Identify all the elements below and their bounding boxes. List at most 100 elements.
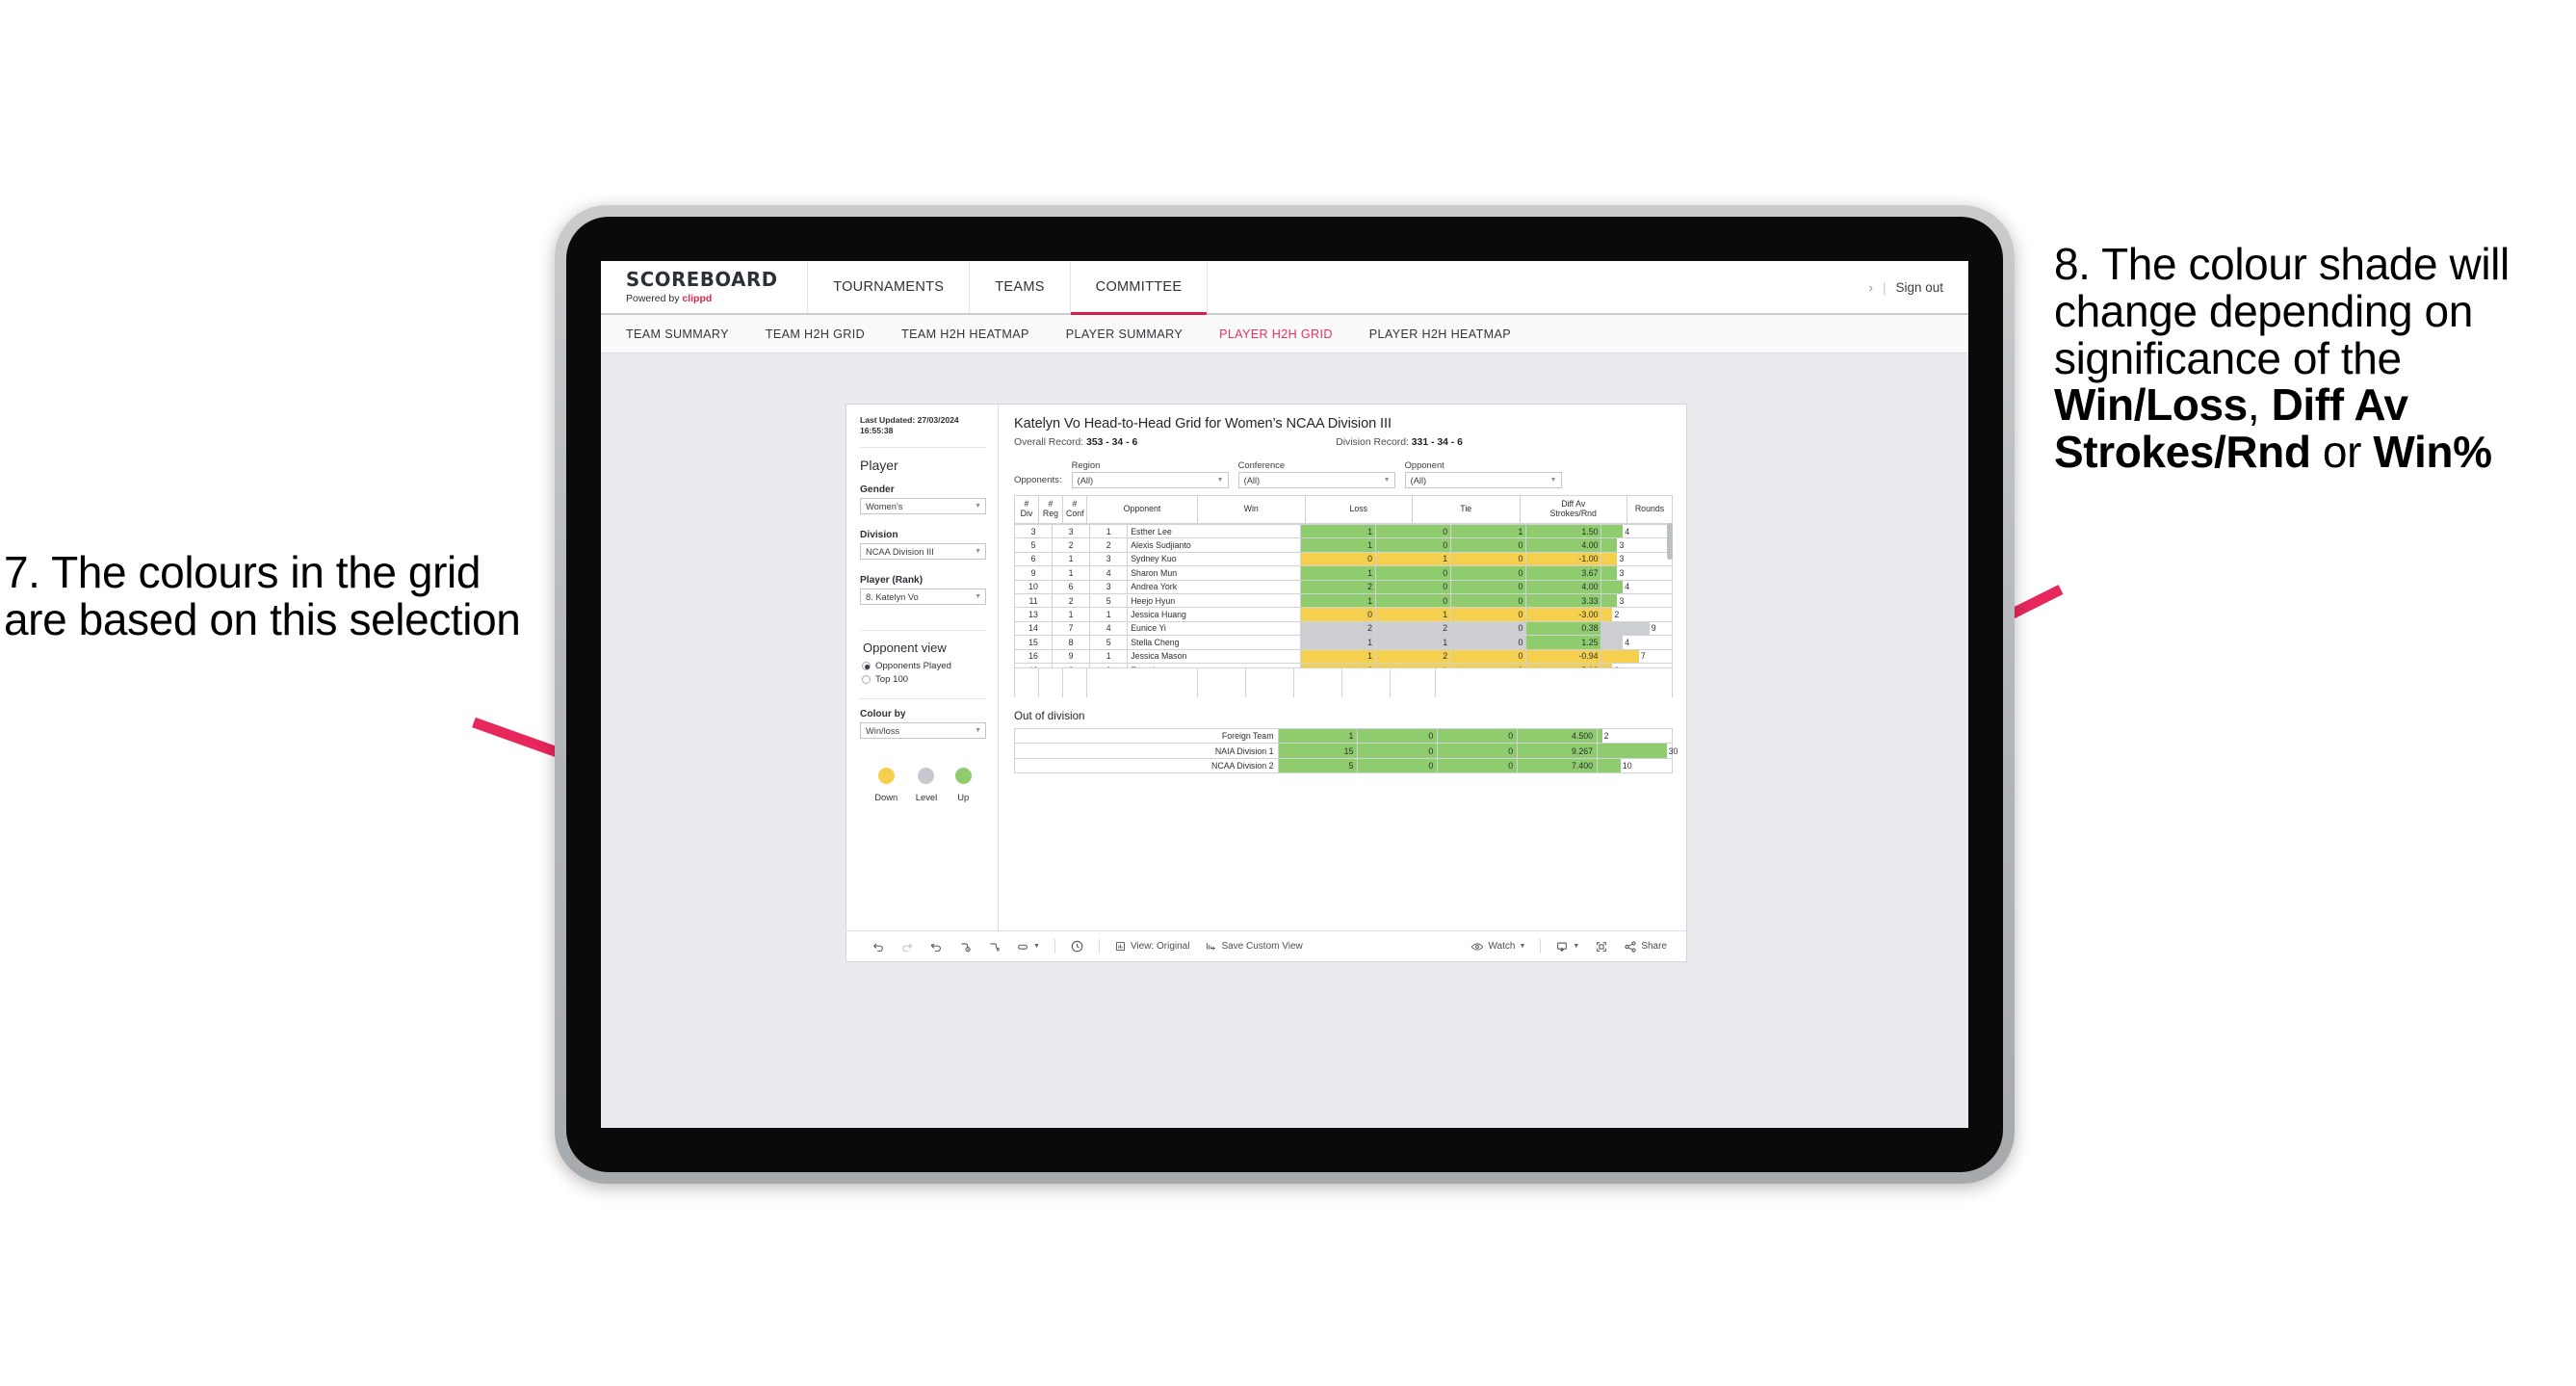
table-row[interactable]: 10 6 3 Andrea York 2 0 0 4.00 4 <box>1014 579 1673 594</box>
gender-select[interactable]: Women’s ▼ <box>860 498 986 515</box>
view-original-button[interactable]: View: Original <box>1106 940 1198 953</box>
nav-item-tournaments[interactable]: TOURNAMENTS <box>808 261 971 313</box>
table-row[interactable]: NCAA Division 2 5 0 0 7.400 10 <box>1014 757 1673 774</box>
table-row[interactable]: 9 1 4 Sharon Mun 1 0 0 3.67 3 <box>1014 565 1673 581</box>
revert-icon <box>930 942 941 952</box>
colour-by-filter: Colour by Win/loss ▼ <box>860 709 986 740</box>
colour-by-select[interactable]: Win/loss ▼ <box>860 722 986 740</box>
opponent-value: (All) <box>1410 475 1427 485</box>
cell-win: 1 <box>1277 727 1359 745</box>
clock-icon <box>1071 940 1083 953</box>
cell-diff-av-strokes: 4.00 <box>1525 579 1602 594</box>
subnav-item-player-summary[interactable]: PLAYER SUMMARY <box>1066 327 1208 341</box>
cell-loss: 2 <box>1375 620 1452 637</box>
cell-win: 0 <box>1299 551 1377 567</box>
download-button[interactable]: ▼ <box>1548 940 1587 954</box>
legend-item-up: Up <box>954 768 972 803</box>
divider <box>860 447 986 449</box>
out-of-division-table: Foreign Team 1 0 0 4.500 2 NAIA Division 1 15 0 0… <box>1014 727 1678 774</box>
sign-out-link[interactable]: Sign out <box>1895 280 1943 295</box>
table-row[interactable]: NAIA Division 1 15 0 0 9.267 30 <box>1014 743 1678 759</box>
brand-logo[interactable]: SCOREBOARD Powered by clippd <box>601 261 809 313</box>
cell-opponent: Heejo Hyun <box>1127 592 1301 609</box>
cell-reg: 6 <box>1052 579 1091 594</box>
pause-icon <box>990 942 1000 951</box>
subnav-item-team-h2h-heatmap[interactable]: TEAM H2H HEATMAP <box>901 327 1054 341</box>
cell-tie: 0 <box>1450 579 1527 594</box>
table-row[interactable]: 13 1 1 Jessica Huang 0 1 0 -3.00 2 <box>1014 607 1673 622</box>
zoom-dropdown-button[interactable]: ▼ <box>1008 940 1048 954</box>
cell-win: 1 <box>1299 635 1377 650</box>
table-row[interactable]: 6 1 3 Sydney Kuo 0 1 0 -1.00 3 <box>1014 551 1673 567</box>
chevron-right-icon[interactable]: › <box>1869 280 1873 295</box>
nav-item-committee[interactable]: COMMITTEE <box>1070 261 1209 315</box>
cell-reg: 3 <box>1052 524 1091 539</box>
cell-loss: 0 <box>1375 537 1452 553</box>
table-row[interactable]: 16 9 1 Jessica Mason 1 2 0 -0.94 7 <box>1014 648 1673 664</box>
share-button[interactable]: Share <box>1616 940 1675 954</box>
grid-header: # Div # Reg # Conf Opponent Win Loss Tie Di… <box>1014 495 1673 524</box>
save-custom-view-button[interactable]: Save Custom View <box>1197 940 1310 953</box>
cell-tie: 0 <box>1450 648 1527 664</box>
opponent-label: Opponent <box>1404 459 1444 470</box>
subnav-item-player-h2h-grid[interactable]: PLAYER H2H GRID <box>1219 327 1358 341</box>
opponent-filters: Opponents: Region (All) ▼ Conference (Al… <box>1014 459 1673 488</box>
watch-label: Watch <box>1488 941 1516 952</box>
pause-button[interactable] <box>979 940 1008 954</box>
col-loss: Loss <box>1304 495 1413 524</box>
cell-opponent: Esther Lee <box>1127 524 1301 539</box>
table-row[interactable]: 11 2 5 Heejo Hyun 1 0 0 3.33 3 <box>1014 592 1673 609</box>
region-select[interactable]: (All) ▼ <box>1071 472 1229 488</box>
cell-diff-av-strokes: -3.00 <box>1525 607 1602 622</box>
cell-conf: 2 <box>1089 537 1129 553</box>
tablet-bezel: SCOREBOARD Powered by clippd TOURNAMENTS… <box>566 217 2003 1172</box>
refresh-icon <box>961 942 971 952</box>
cell-tie: 0 <box>1450 537 1527 553</box>
cell-loss: 1 <box>1375 635 1452 650</box>
subnav-item-team-h2h-grid[interactable]: TEAM H2H GRID <box>766 327 890 341</box>
subnav-item-player-h2h-heatmap[interactable]: PLAYER H2H HEATMAP <box>1369 327 1536 341</box>
cell-opponent: Jessica Mason <box>1127 648 1301 664</box>
col-rounds: Rounds <box>1626 495 1673 524</box>
table-row[interactable]: Foreign Team 1 0 0 4.500 2 <box>1014 727 1673 745</box>
player-select[interactable]: 8. Katelyn Vo ▼ <box>860 588 986 606</box>
save-view-icon <box>1207 943 1216 951</box>
table-row[interactable]: 14 7 4 Eunice Yi 2 2 0 0.38 9 <box>1014 620 1673 637</box>
subnav-item-team-summary[interactable]: TEAM SUMMARY <box>626 327 754 341</box>
grid-scrollbar[interactable] <box>1667 523 1673 560</box>
radio-top-100[interactable]: Top 100 <box>862 674 986 685</box>
cell-diff-av-strokes: 3.67 <box>1525 565 1602 581</box>
cell-rounds: 3 <box>1600 551 1673 567</box>
radio-opponents-played[interactable]: Opponents Played <box>862 661 986 671</box>
table-row[interactable]: 15 8 5 Stella Cheng 1 1 0 1.25 4 <box>1014 635 1673 650</box>
opponent-filter: Opponent (All) ▼ <box>1404 459 1562 488</box>
conference-select[interactable]: (All) ▼ <box>1237 472 1395 488</box>
division-record: Division Record: 331 - 34 - 6 <box>1336 437 1463 448</box>
cell-opponent: Sharon Mun <box>1127 565 1301 581</box>
chevron-down-icon: ▼ <box>1383 477 1391 484</box>
cell-div: 15 <box>1014 635 1054 650</box>
cell-rounds: 3 <box>1600 565 1673 581</box>
fullscreen-button[interactable] <box>1587 940 1616 954</box>
undo-button[interactable] <box>864 940 893 954</box>
opponent-select[interactable]: (All) ▼ <box>1404 472 1562 488</box>
cell-tie: 0 <box>1450 551 1527 567</box>
watch-button[interactable]: Watch ▼ <box>1463 940 1533 954</box>
nav-item-teams[interactable]: TEAMS <box>970 261 1071 313</box>
table-row[interactable]: 3 3 1 Esther Lee 1 0 1 1.50 4 <box>1014 524 1673 539</box>
cell-opponent: Andrea York <box>1127 579 1301 594</box>
colour-by-value: Win/loss <box>866 725 900 736</box>
cell-conf: 1 <box>1089 648 1129 664</box>
pause-auto-updates-button[interactable] <box>1062 939 1092 954</box>
cell-tie: 1 <box>1450 524 1527 539</box>
h2h-grid-body: 3 3 1 Esther Lee 1 0 1 1.50 4 5 2 2 Alexis Sudjianto… <box>1014 524 1673 667</box>
legend-label-up: Up <box>957 792 970 803</box>
table-row[interactable]: 5 2 2 Alexis Sudjianto 1 0 0 4.00 3 <box>1014 537 1673 553</box>
division-select[interactable]: NCAA Division III ▼ <box>860 543 986 561</box>
app-header: SCOREBOARD Powered by clippd TOURNAMENTS… <box>601 261 1968 315</box>
revert-button[interactable] <box>922 940 950 954</box>
refresh-button[interactable] <box>950 940 979 954</box>
redo-button[interactable] <box>893 940 922 954</box>
h2h-grid-table: # Div # Reg # Conf Opponent Win Loss Tie Di… <box>1014 495 1673 524</box>
viz-body: Last Updated: 27/03/2024 16:55:38 Player… <box>846 405 1686 930</box>
